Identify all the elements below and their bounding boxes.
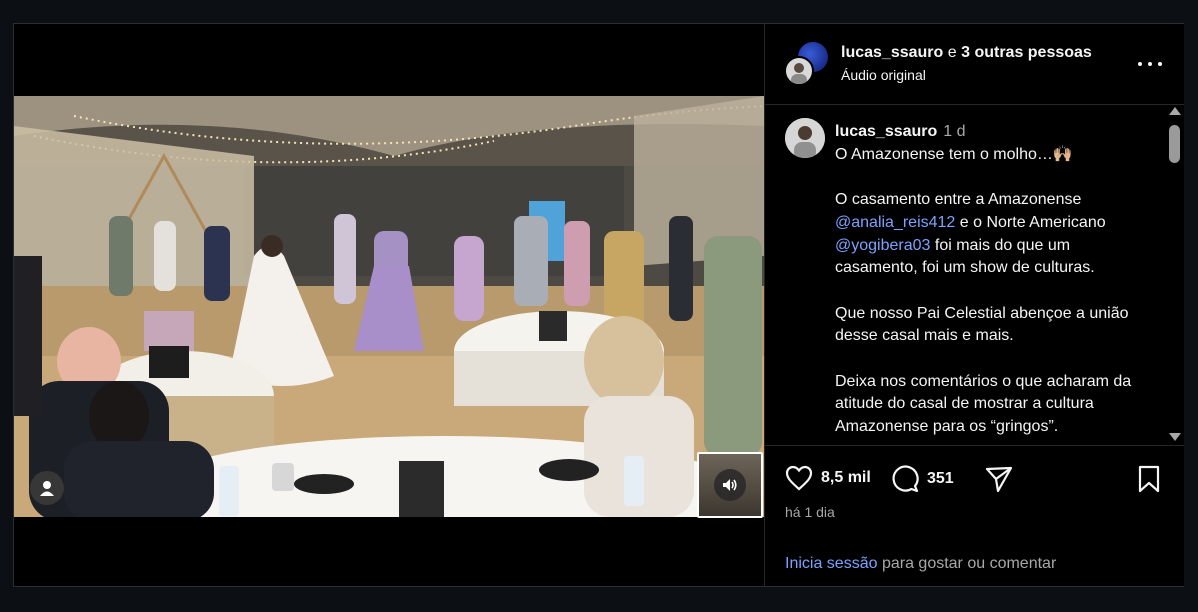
login-prompt-text: para gostar ou comentar — [877, 555, 1057, 572]
wedding-scene-image — [14, 96, 764, 517]
user-tag-icon[interactable] — [30, 471, 64, 505]
speaker-icon — [714, 469, 746, 501]
like-count: 8,5 mil — [821, 469, 871, 486]
avatar[interactable] — [785, 118, 825, 158]
avatar — [784, 56, 814, 86]
comment-button[interactable]: 351 — [891, 465, 954, 493]
post-date: há 1 dia — [785, 504, 835, 520]
post-header: lucas_ssauro e 3 outras pessoas Áudio or… — [765, 24, 1184, 105]
author-username-link[interactable]: lucas_ssauro — [841, 44, 943, 61]
heart-icon — [785, 465, 813, 491]
video-player[interactable] — [14, 24, 764, 586]
save-button[interactable] — [1137, 465, 1161, 493]
others-link[interactable]: 3 outras pessoas — [961, 44, 1092, 61]
scroll-down-icon[interactable] — [1169, 433, 1181, 441]
caption-time: 1 d — [943, 123, 966, 140]
more-dots-icon[interactable] — [1138, 54, 1162, 74]
caption-username[interactable]: lucas_ssauro — [835, 123, 937, 140]
scroll-thumb[interactable] — [1169, 125, 1180, 163]
bookmark-icon — [1138, 465, 1160, 493]
comment-count: 351 — [927, 470, 954, 487]
collab-avatars[interactable] — [784, 42, 828, 86]
mute-button[interactable] — [697, 452, 763, 518]
caption-paragraph: e o Norte Americano — [955, 213, 1106, 231]
caption-section: lucas_ssauro 1 d O Amazonense tem o molho… — [765, 105, 1184, 445]
caption-text: lucas_ssauro 1 d O Amazonense tem o molho… — [835, 121, 1155, 445]
author-connector: e — [947, 44, 957, 61]
post-sidebar: lucas_ssauro e 3 outras pessoas Áudio or… — [764, 24, 1184, 586]
caption-paragraph: Deixa nos comentários o que acharam da a… — [835, 372, 1132, 436]
login-prompt: Inicia sessão para gostar ou comentar — [785, 555, 1056, 573]
video-frame[interactable] — [14, 96, 764, 517]
paper-plane-icon — [985, 466, 1013, 493]
caption-paragraph: Que nosso Pai Celestial abençoe a união … — [835, 304, 1129, 345]
caption-line: O Amazonense tem o molho…🙌🏼 — [835, 145, 1073, 163]
like-button[interactable]: 8,5 mil — [785, 465, 871, 491]
mention-link[interactable]: @yogibera03 — [835, 237, 930, 254]
caption-paragraph: O casamento entre a Amazonense — [835, 191, 1082, 209]
comment-bubble-icon — [892, 465, 919, 493]
mention-link[interactable]: @analia_reis412 — [835, 214, 955, 231]
action-bar: 8,5 mil 351 há 1 dia Inicia sessão para … — [765, 445, 1184, 586]
login-link[interactable]: Inicia sessão — [785, 555, 878, 572]
caption-scrollbar[interactable] — [1166, 105, 1182, 445]
share-button[interactable] — [985, 465, 1013, 493]
scroll-up-icon[interactable] — [1169, 107, 1181, 115]
post-modal: lucas_ssauro e 3 outras pessoas Áudio or… — [13, 23, 1184, 587]
post-authors: lucas_ssauro e 3 outras pessoas — [841, 44, 1092, 62]
audio-link[interactable]: Áudio original — [841, 67, 926, 83]
